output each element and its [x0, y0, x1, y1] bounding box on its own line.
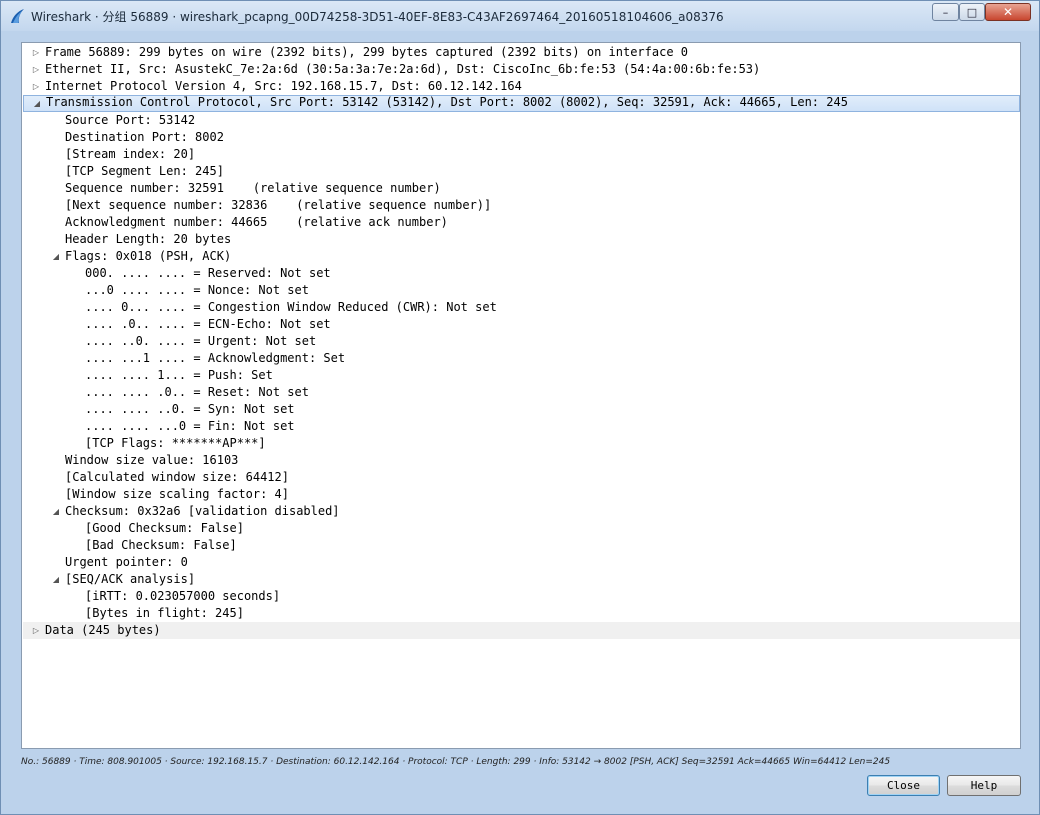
- collapse-arrow-icon[interactable]: ◢: [32, 95, 42, 112]
- tree-row[interactable]: [TCP Flags: *******AP***]: [23, 435, 1020, 452]
- tree-row-label: [Bad Checksum: False]: [85, 538, 237, 552]
- tree-row[interactable]: .... .0.. .... = ECN-Echo: Not set: [23, 316, 1020, 333]
- close-window-button[interactable]: ✕: [985, 3, 1031, 21]
- packet-details-window: Wireshark · 分组 56889 · wireshark_pcapng_…: [0, 0, 1040, 815]
- tree-row[interactable]: [Bytes in flight: 245]: [23, 605, 1020, 622]
- tree-row[interactable]: ◢ Checksum: 0x32a6 [validation disabled]: [23, 503, 1020, 520]
- tree-row-label: .... .0.. .... = ECN-Echo: Not set: [85, 317, 331, 331]
- packet-summary-status: No.: 56889 · Time: 808.901005 · Source: …: [21, 757, 891, 767]
- tree-row[interactable]: [Stream index: 20]: [23, 146, 1020, 163]
- tree-row-label: [TCP Flags: *******AP***]: [85, 436, 266, 450]
- tree-row[interactable]: ◢ [SEQ/ACK analysis]: [23, 571, 1020, 588]
- tree-row[interactable]: [Bad Checksum: False]: [23, 537, 1020, 554]
- tree-row-label: .... ...1 .... = Acknowledgment: Set: [85, 351, 346, 365]
- wireshark-fin-icon: [11, 9, 24, 23]
- help-button[interactable]: Help: [947, 775, 1021, 796]
- tree-row[interactable]: ▷ Internet Protocol Version 4, Src: 192.1…: [23, 78, 1020, 95]
- packet-detail-tree[interactable]: ▷ Frame 56889: 299 bytes on wire (2392 bi…: [21, 42, 1021, 749]
- close-icon: ✕: [1002, 5, 1014, 19]
- expand-arrow-icon[interactable]: ▷: [31, 622, 41, 639]
- tree-row[interactable]: .... .... 1... = Push: Set: [23, 367, 1020, 384]
- tree-row[interactable]: ◢ Flags: 0x018 (PSH, ACK): [23, 248, 1020, 265]
- tree-row-label: [Stream index: 20]: [65, 147, 196, 161]
- tree-row[interactable]: .... .... .0.. = Reset: Not set: [23, 384, 1020, 401]
- collapse-arrow-icon[interactable]: ◢: [51, 503, 61, 520]
- tree-row[interactable]: Window size value: 16103: [23, 452, 1020, 469]
- tree-row-label: Transmission Control Protocol, Src Port:…: [46, 95, 848, 109]
- tree-row-label: [Next sequence number: 32836 (relative s…: [65, 198, 492, 212]
- tree-row[interactable]: [Next sequence number: 32836 (relative s…: [23, 197, 1020, 214]
- tree-row[interactable]: 000. .... .... = Reserved: Not set: [23, 265, 1020, 282]
- maximize-icon: □: [966, 5, 978, 19]
- collapse-arrow-icon[interactable]: ◢: [51, 248, 61, 265]
- tree-row-label: Internet Protocol Version 4, Src: 192.16…: [45, 79, 522, 93]
- tree-row[interactable]: Source Port: 53142: [23, 112, 1020, 129]
- tree-row[interactable]: Urgent pointer: 0: [23, 554, 1020, 571]
- tree-row-label: Window size value: 16103: [65, 453, 239, 467]
- tree-row[interactable]: .... 0... .... = Congestion Window Reduc…: [23, 299, 1020, 316]
- tree-row-label: [Window size scaling factor: 4]: [65, 487, 289, 501]
- tree-row-label: Source Port: 53142: [65, 113, 196, 127]
- tree-row-label: Acknowledgment number: 44665 (relative a…: [65, 215, 448, 229]
- expand-arrow-icon[interactable]: ▷: [31, 78, 41, 95]
- tree-row[interactable]: [Good Checksum: False]: [23, 520, 1020, 537]
- tree-row[interactable]: [Window size scaling factor: 4]: [23, 486, 1020, 503]
- tree-row[interactable]: ▷ Ethernet II, Src: AsustekC_7e:2a:6d (30…: [23, 61, 1020, 78]
- tree-row-label: 000. .... .... = Reserved: Not set: [85, 266, 331, 280]
- maximize-button[interactable]: □: [959, 3, 985, 21]
- tree-row-label: .... 0... .... = Congestion Window Reduc…: [85, 300, 497, 314]
- tree-row[interactable]: .... ...1 .... = Acknowledgment: Set: [23, 350, 1020, 367]
- tree-row-label: Urgent pointer: 0: [65, 555, 188, 569]
- tree-row-label: Checksum: 0x32a6 [validation disabled]: [65, 504, 340, 518]
- title-bar[interactable]: Wireshark · 分组 56889 · wireshark_pcapng_…: [1, 1, 1039, 31]
- minimize-icon: –: [942, 5, 949, 19]
- tree-row-label: .... .... .0.. = Reset: Not set: [85, 385, 309, 399]
- tree-row[interactable]: .... .... ...0 = Fin: Not set: [23, 418, 1020, 435]
- tree-row-label: Ethernet II, Src: AsustekC_7e:2a:6d (30:…: [45, 62, 761, 76]
- tree-row[interactable]: [iRTT: 0.023057000 seconds]: [23, 588, 1020, 605]
- tree-row[interactable]: ...0 .... .... = Nonce: Not set: [23, 282, 1020, 299]
- expand-arrow-icon[interactable]: ▷: [31, 44, 41, 61]
- tree-row[interactable]: Header Length: 20 bytes: [23, 231, 1020, 248]
- tree-row[interactable]: .... ..0. .... = Urgent: Not set: [23, 333, 1020, 350]
- tree-row-label: .... .... ..0. = Syn: Not set: [85, 402, 295, 416]
- tree-row-label: .... .... 1... = Push: Set: [85, 368, 273, 382]
- window-title: Wireshark · 分组 56889 · wireshark_pcapng_…: [31, 10, 724, 24]
- tree-row-label: [Calculated window size: 64412]: [65, 470, 289, 484]
- tree-row[interactable]: .... .... ..0. = Syn: Not set: [23, 401, 1020, 418]
- tree-row-label: [Good Checksum: False]: [85, 521, 244, 535]
- tree-row[interactable]: ▷ Data (245 bytes): [23, 622, 1020, 639]
- tree-row-label: [Bytes in flight: 245]: [85, 606, 244, 620]
- tree-row-label: ...0 .... .... = Nonce: Not set: [85, 283, 309, 297]
- tree-row-label: [iRTT: 0.023057000 seconds]: [85, 589, 281, 603]
- tree-row-label: Data (245 bytes): [45, 623, 161, 637]
- tree-row-label: .... .... ...0 = Fin: Not set: [85, 419, 295, 433]
- tree-row-label: Sequence number: 32591 (relative sequenc…: [65, 181, 441, 195]
- tree-row-label: [SEQ/ACK analysis]: [65, 572, 196, 586]
- tree-row[interactable]: Destination Port: 8002: [23, 129, 1020, 146]
- tree-row-label: [TCP Segment Len: 245]: [65, 164, 224, 178]
- minimize-button[interactable]: –: [932, 3, 959, 21]
- close-button[interactable]: Close: [867, 775, 940, 796]
- tree-row[interactable]: ◢ Transmission Control Protocol, Src Port…: [23, 95, 1020, 112]
- tree-row-label: Destination Port: 8002: [65, 130, 224, 144]
- tree-row[interactable]: Sequence number: 32591 (relative sequenc…: [23, 180, 1020, 197]
- tree-row[interactable]: [TCP Segment Len: 245]: [23, 163, 1020, 180]
- tree-row-label: Frame 56889: 299 bytes on wire (2392 bit…: [45, 45, 688, 59]
- tree-row[interactable]: Acknowledgment number: 44665 (relative a…: [23, 214, 1020, 231]
- tree-row[interactable]: ▷ Frame 56889: 299 bytes on wire (2392 bi…: [23, 44, 1020, 61]
- tree-row-label: Header Length: 20 bytes: [65, 232, 232, 246]
- expand-arrow-icon[interactable]: ▷: [31, 61, 41, 78]
- tree-row[interactable]: [Calculated window size: 64412]: [23, 469, 1020, 486]
- collapse-arrow-icon[interactable]: ◢: [51, 571, 61, 588]
- tree-row-label: .... ..0. .... = Urgent: Not set: [85, 334, 317, 348]
- tree-row-label: Flags: 0x018 (PSH, ACK): [65, 249, 232, 263]
